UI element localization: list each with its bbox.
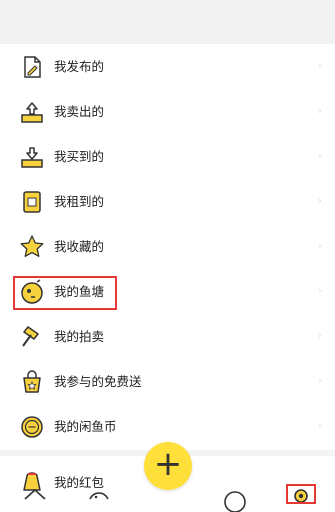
menu-item-label: 我的拍卖 [54, 329, 105, 344]
chevron-right-icon: › [317, 419, 322, 432]
menu-item-bought[interactable]: 我买到的 › [0, 134, 335, 179]
top-bar [0, 0, 335, 44]
rent-tag-icon [19, 189, 45, 215]
chevron-right-icon: › [317, 149, 322, 162]
chevron-right-icon: › [317, 374, 322, 387]
auction-hammer-icon [19, 324, 45, 350]
menu-item-free-gift[interactable]: 我参与的免费送 › [0, 359, 335, 404]
menu-item-label: 我买到的 [54, 149, 105, 164]
document-edit-icon [19, 54, 45, 80]
menu-item-label: 我的闲鱼币 [54, 419, 117, 434]
menu-item-label: 我的鱼塘 [54, 284, 105, 299]
chevron-right-icon: › [317, 104, 322, 117]
menu-item-rented[interactable]: 我租到的 › [0, 179, 335, 224]
chevron-right-icon: › [317, 194, 322, 207]
menu-item-auction[interactable]: 我的拍卖 › [0, 314, 335, 359]
menu-item-label: 我卖出的 [54, 104, 105, 119]
star-icon [19, 234, 45, 260]
publish-button[interactable]: + [144, 442, 192, 490]
menu-item-published[interactable]: 我发布的 › [0, 44, 335, 89]
coin-icon [19, 414, 45, 440]
menu-item-label: 我参与的免费送 [54, 374, 142, 389]
free-gift-bag-icon [19, 369, 45, 395]
menu-item-label: 我发布的 [54, 59, 105, 74]
fish-pond-icon [19, 279, 45, 305]
chevron-right-icon: › [317, 239, 322, 252]
tab-home[interactable] [22, 486, 48, 504]
menu-item-sold[interactable]: 我卖出的 › [0, 89, 335, 134]
message-icon [222, 486, 248, 512]
plus-icon: + [153, 444, 183, 484]
menu-item-fish-pond[interactable]: 我的鱼塘 › [0, 269, 335, 314]
menu-item-label: 我租到的 [54, 194, 105, 209]
chevron-right-icon: › [317, 329, 322, 342]
fish-icon [86, 486, 112, 512]
buy-download-icon [19, 144, 45, 170]
sell-upload-icon [19, 99, 45, 125]
chevron-right-icon: › [317, 59, 322, 72]
tab-message[interactable] [222, 486, 248, 512]
home-icon [22, 486, 48, 512]
chevron-right-icon: › [317, 284, 322, 297]
menu-list: 我发布的 › 我卖出的 › 我买到的 › 我租到的 › 我收藏的 › 我的鱼塘 [0, 44, 335, 449]
tab-fish[interactable] [86, 486, 112, 504]
menu-item-label: 我收藏的 [54, 239, 105, 254]
profile-tab-highlight-box [286, 484, 316, 504]
menu-item-favorites[interactable]: 我收藏的 › [0, 224, 335, 269]
